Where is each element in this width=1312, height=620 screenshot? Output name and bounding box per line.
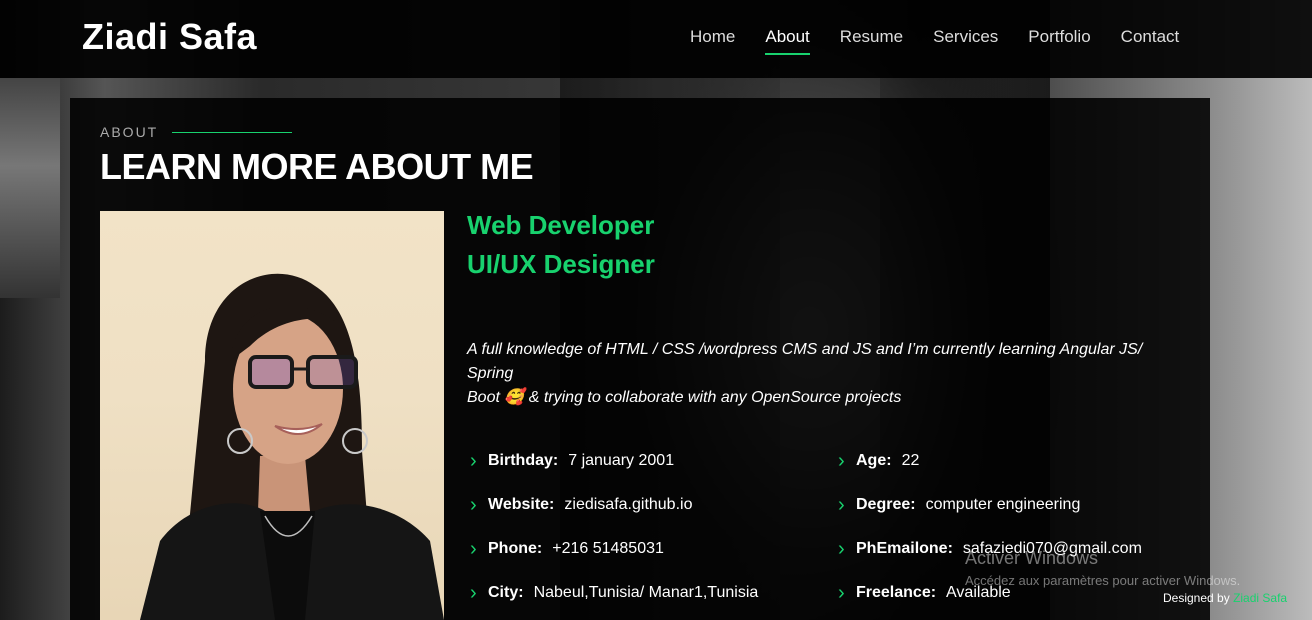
bio-line: Boot 🥰 & trying to collaborate with any … (467, 389, 902, 406)
chevron-right-icon: › (470, 494, 477, 516)
info-value: computer engineering (925, 496, 1081, 513)
watermark-subtitle: Accédez aux paramètres pour activer Wind… (965, 573, 1241, 588)
info-value: 22 (901, 452, 920, 469)
info-value: +216 51485031 (552, 540, 664, 557)
chevron-right-icon: › (838, 494, 845, 516)
nav-home[interactable]: Home (690, 27, 735, 55)
info-key: Website: (488, 496, 555, 513)
nav-services[interactable]: Services (933, 27, 998, 55)
nav-contact[interactable]: Contact (1121, 27, 1180, 55)
info-website: › Website: ziedisafa.github.io (470, 495, 692, 515)
windows-activation-watermark: Activer Windows Accédez aux paramètres p… (965, 548, 1240, 588)
info-key: PhEmailone: (856, 540, 953, 557)
section-kicker: ABOUT (100, 124, 159, 140)
info-age: › Age: 22 (838, 451, 919, 471)
profile-photo (100, 211, 444, 620)
info-city: › City: Nabeul,Tunisia/ Manar1,Tunisia (470, 583, 758, 603)
info-key: Phone: (488, 540, 543, 557)
info-key: Degree: (856, 496, 916, 513)
credits-designer-link[interactable]: Ziadi Safa (1233, 591, 1287, 605)
nav-about[interactable]: About (765, 27, 811, 55)
info-phone: › Phone: +216 51485031 (470, 539, 664, 559)
info-key: Freelance: (856, 584, 937, 601)
main-nav: Home About Resume Services Portfolio Con… (690, 27, 1209, 55)
info-value[interactable]: ziedisafa.github.io (564, 496, 692, 514)
chevron-right-icon: › (838, 582, 845, 604)
chevron-right-icon: › (838, 450, 845, 472)
info-value: Nabeul,Tunisia/ Manar1,Tunisia (533, 584, 759, 601)
role-web-developer: Web Developer (467, 210, 655, 240)
nav-portfolio[interactable]: Portfolio (1028, 27, 1090, 55)
page-title: LEARN MORE ABOUT ME (100, 146, 534, 187)
info-key: City: (488, 584, 524, 601)
chevron-right-icon: › (470, 538, 477, 560)
info-degree: › Degree: computer engineering (838, 495, 1080, 515)
watermark-title: Activer Windows (965, 548, 1099, 568)
info-value: 7 january 2001 (568, 452, 675, 469)
chevron-right-icon: › (470, 450, 477, 472)
site-logo[interactable]: Ziadi Safa (82, 16, 257, 58)
bio-text: A full knowledge of HTML / CSS /wordpres… (467, 338, 1187, 410)
role-ui-ux-designer: UI/UX Designer (467, 249, 655, 279)
about-panel: ABOUT LEARN MORE ABOUT ME Web Developer … (70, 98, 1210, 620)
info-key: Birthday: (488, 452, 559, 469)
chevron-right-icon: › (470, 582, 477, 604)
nav-resume[interactable]: Resume (840, 27, 903, 55)
info-key: Age: (856, 452, 892, 469)
footer-credits: Designed by Ziadi Safa (1163, 591, 1287, 605)
site-header: Ziadi Safa Home About Resume Services Po… (0, 0, 1312, 78)
section-title: ABOUT (100, 124, 293, 140)
chevron-right-icon: › (838, 538, 845, 560)
bio-line: A full knowledge of HTML / CSS /wordpres… (467, 341, 1143, 382)
profile-photo-illustration (140, 273, 444, 620)
credits-label: Designed by (1163, 591, 1230, 605)
background-frame (0, 78, 60, 298)
section-title-line (172, 131, 293, 133)
info-birthday: › Birthday: 7 january 2001 (470, 451, 674, 471)
